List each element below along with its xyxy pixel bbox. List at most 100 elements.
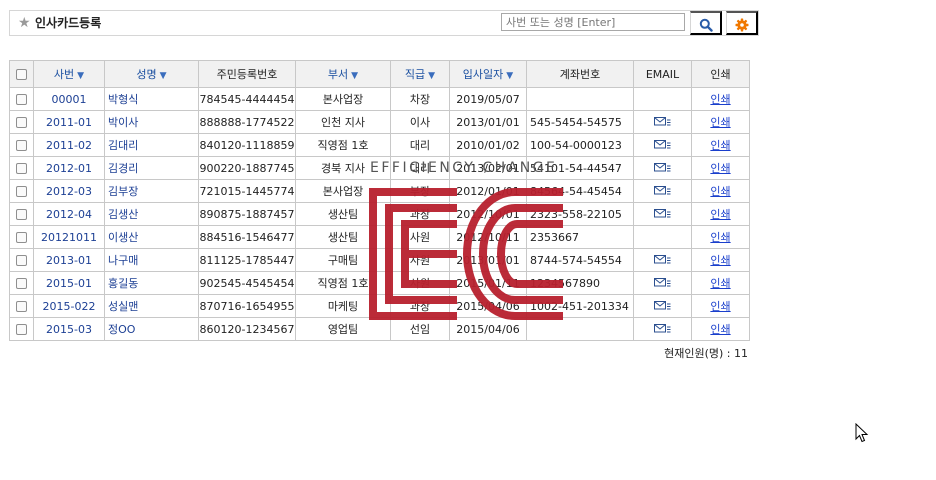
hire-date: 2013/01/01	[449, 110, 527, 134]
row-select-cell[interactable]	[9, 294, 34, 318]
table-row[interactable]: 2011-02 김대리 840120-1118859 직영점 1호 대리 2010/01/…	[9, 133, 750, 157]
row-select-cell[interactable]	[9, 225, 34, 249]
select-all-checkbox[interactable]	[16, 69, 27, 80]
print-cell[interactable]: 인쇄	[691, 248, 750, 272]
star-icon[interactable]: ★	[18, 14, 31, 32]
row-checkbox[interactable]	[16, 186, 27, 197]
employee-name[interactable]: 김부장	[104, 179, 199, 203]
mail-icon[interactable]	[654, 116, 671, 129]
row-checkbox[interactable]	[16, 255, 27, 266]
print-link[interactable]: 인쇄	[710, 93, 730, 106]
row-select-cell[interactable]	[9, 248, 34, 272]
employee-id[interactable]: 2012-01	[33, 156, 105, 180]
column-header-date[interactable]: 입사일자 ▼	[449, 60, 527, 88]
employee-id[interactable]: 00001	[33, 87, 105, 111]
row-select-cell[interactable]	[9, 202, 34, 226]
print-link[interactable]: 인쇄	[710, 277, 730, 290]
employee-name[interactable]: 성실맨	[104, 294, 199, 318]
employee-name[interactable]: 김생산	[104, 202, 199, 226]
mail-icon[interactable]	[654, 254, 671, 267]
mail-icon[interactable]	[654, 300, 671, 313]
employee-id[interactable]: 2015-022	[33, 294, 105, 318]
settings-button[interactable]	[726, 11, 758, 35]
search-input[interactable]	[501, 13, 685, 31]
row-select-cell[interactable]	[9, 87, 34, 111]
row-select-cell[interactable]	[9, 133, 34, 157]
row-checkbox[interactable]	[16, 163, 27, 174]
print-cell[interactable]: 인쇄	[691, 294, 750, 318]
column-header-name[interactable]: 성명 ▼	[104, 60, 199, 88]
email-cell[interactable]	[633, 202, 692, 226]
email-cell[interactable]	[633, 271, 692, 295]
row-checkbox[interactable]	[16, 117, 27, 128]
mail-icon[interactable]	[654, 277, 671, 290]
print-cell[interactable]: 인쇄	[691, 317, 750, 341]
employee-name[interactable]: 박이사	[104, 110, 199, 134]
print-link[interactable]: 인쇄	[710, 162, 730, 175]
email-cell[interactable]	[633, 248, 692, 272]
print-cell[interactable]: 인쇄	[691, 156, 750, 180]
print-link[interactable]: 인쇄	[710, 208, 730, 221]
mail-icon[interactable]	[654, 323, 671, 336]
select-all-cell[interactable]	[9, 60, 34, 88]
employee-id[interactable]: 2013-01	[33, 248, 105, 272]
department: 직영점 1호	[295, 133, 391, 157]
row-select-cell[interactable]	[9, 317, 34, 341]
print-cell[interactable]: 인쇄	[691, 271, 750, 295]
search-button[interactable]	[690, 11, 722, 35]
column-header-id[interactable]: 사번 ▼	[33, 60, 105, 88]
row-checkbox[interactable]	[16, 209, 27, 220]
row-checkbox[interactable]	[16, 278, 27, 289]
row-checkbox[interactable]	[16, 301, 27, 312]
employee-id[interactable]: 2011-02	[33, 133, 105, 157]
employee-id[interactable]: 2015-01	[33, 271, 105, 295]
row-checkbox[interactable]	[16, 232, 27, 243]
email-cell[interactable]	[633, 179, 692, 203]
row-checkbox[interactable]	[16, 140, 27, 151]
column-header-rank[interactable]: 직급 ▼	[390, 60, 450, 88]
employee-name[interactable]: 정OO	[104, 317, 199, 341]
email-cell[interactable]	[633, 294, 692, 318]
email-cell[interactable]	[633, 133, 692, 157]
email-cell[interactable]	[633, 110, 692, 134]
print-link[interactable]: 인쇄	[710, 116, 730, 129]
row-select-cell[interactable]	[9, 110, 34, 134]
print-link[interactable]: 인쇄	[710, 185, 730, 198]
employee-name[interactable]: 나구매	[104, 248, 199, 272]
email-cell[interactable]	[633, 317, 692, 341]
mail-icon[interactable]	[654, 185, 671, 198]
print-link[interactable]: 인쇄	[710, 254, 730, 267]
column-header-dept[interactable]: 부서 ▼	[295, 60, 391, 88]
print-cell[interactable]: 인쇄	[691, 179, 750, 203]
row-select-cell[interactable]	[9, 156, 34, 180]
print-cell[interactable]: 인쇄	[691, 225, 750, 249]
print-link[interactable]: 인쇄	[710, 139, 730, 152]
employee-name[interactable]: 홍길동	[104, 271, 199, 295]
print-cell[interactable]: 인쇄	[691, 87, 750, 111]
employee-name[interactable]: 김경리	[104, 156, 199, 180]
print-cell[interactable]: 인쇄	[691, 110, 750, 134]
print-cell[interactable]: 인쇄	[691, 133, 750, 157]
mail-icon[interactable]	[654, 162, 671, 175]
row-checkbox[interactable]	[16, 324, 27, 335]
employee-id[interactable]: 2011-01	[33, 110, 105, 134]
print-link[interactable]: 인쇄	[710, 231, 730, 244]
employee-id[interactable]: 20121011	[33, 225, 105, 249]
row-checkbox[interactable]	[16, 94, 27, 105]
print-link[interactable]: 인쇄	[710, 300, 730, 313]
row-select-cell[interactable]	[9, 179, 34, 203]
employee-name[interactable]: 김대리	[104, 133, 199, 157]
table-row[interactable]: 00001 박형식 784545-4444454 본사업장 차장 2019/05/07 인쇄	[9, 87, 750, 111]
email-cell[interactable]	[633, 156, 692, 180]
table-row[interactable]: 2011-01 박이사 888888-1774522 인천 지사 이사 2013/01/0…	[9, 110, 750, 134]
mail-icon[interactable]	[654, 208, 671, 221]
print-cell[interactable]: 인쇄	[691, 202, 750, 226]
print-link[interactable]: 인쇄	[710, 323, 730, 336]
row-select-cell[interactable]	[9, 271, 34, 295]
employee-id[interactable]: 2012-03	[33, 179, 105, 203]
employee-id[interactable]: 2012-04	[33, 202, 105, 226]
employee-id[interactable]: 2015-03	[33, 317, 105, 341]
employee-name[interactable]: 박형식	[104, 87, 199, 111]
mail-icon[interactable]	[654, 139, 671, 152]
employee-name[interactable]: 이생산	[104, 225, 199, 249]
